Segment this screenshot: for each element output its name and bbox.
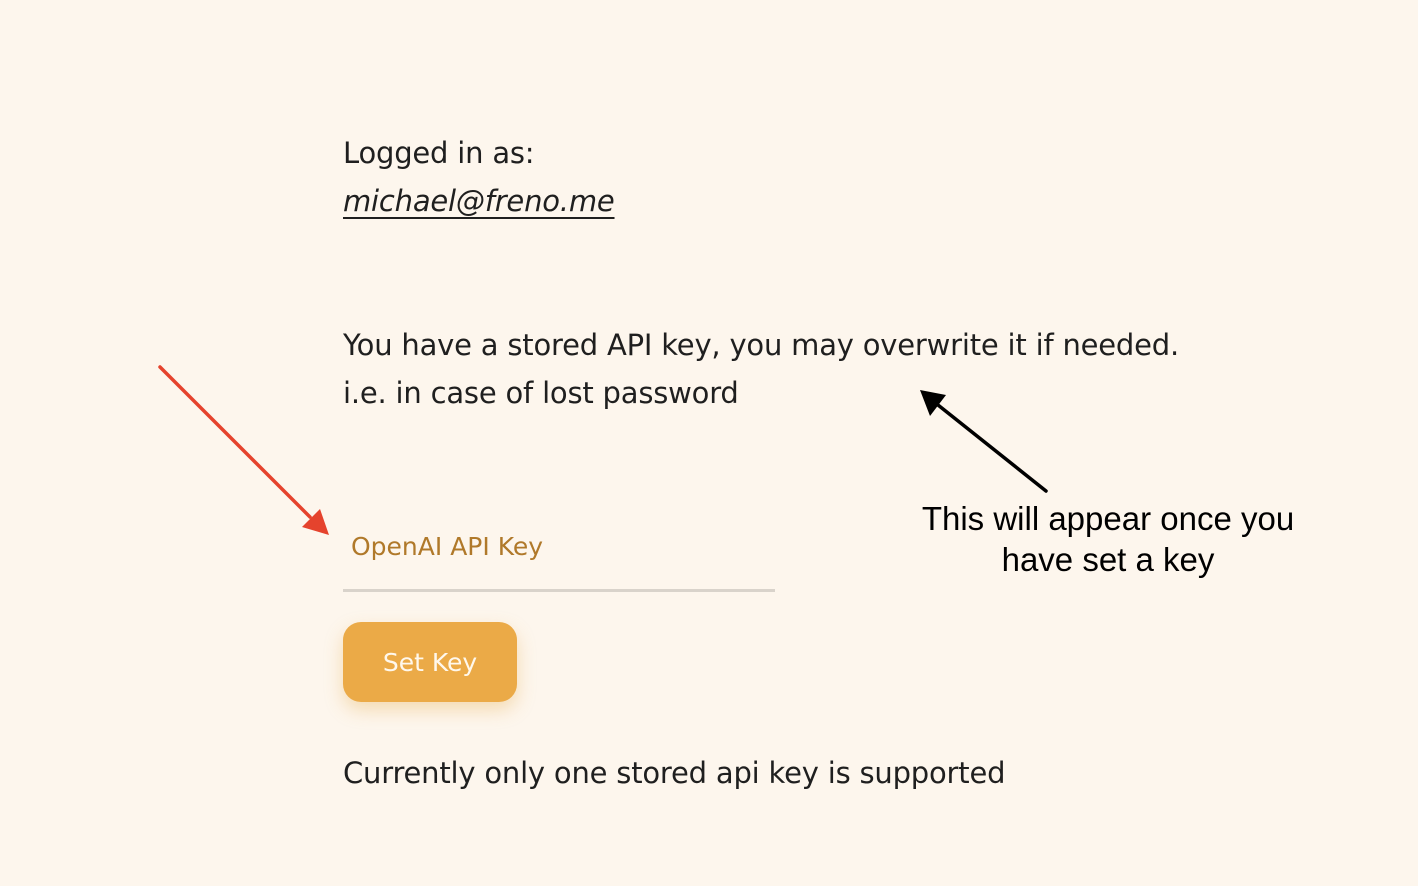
single-key-footnote: Currently only one stored api key is sup…: [343, 756, 1006, 790]
red-arrow-icon: [158, 365, 329, 535]
annotation-line-2: have set a key: [1001, 541, 1215, 578]
api-key-input[interactable]: [343, 522, 775, 592]
annotation-line-1: This will appear once you: [921, 500, 1295, 537]
logged-in-label: Logged in as:: [343, 136, 535, 170]
black-arrow-icon: [920, 390, 1048, 493]
stored-key-notice-detail: i.e. in case of lost password: [343, 376, 739, 410]
stored-key-notice: You have a stored API key, you may overw…: [343, 328, 1180, 362]
annotation-arrows: [158, 365, 1048, 535]
user-email-link[interactable]: michael@freno.me: [343, 184, 615, 219]
set-key-button[interactable]: Set Key: [343, 622, 517, 702]
annotation-note: This will appear once you have set a key: [908, 498, 1308, 580]
